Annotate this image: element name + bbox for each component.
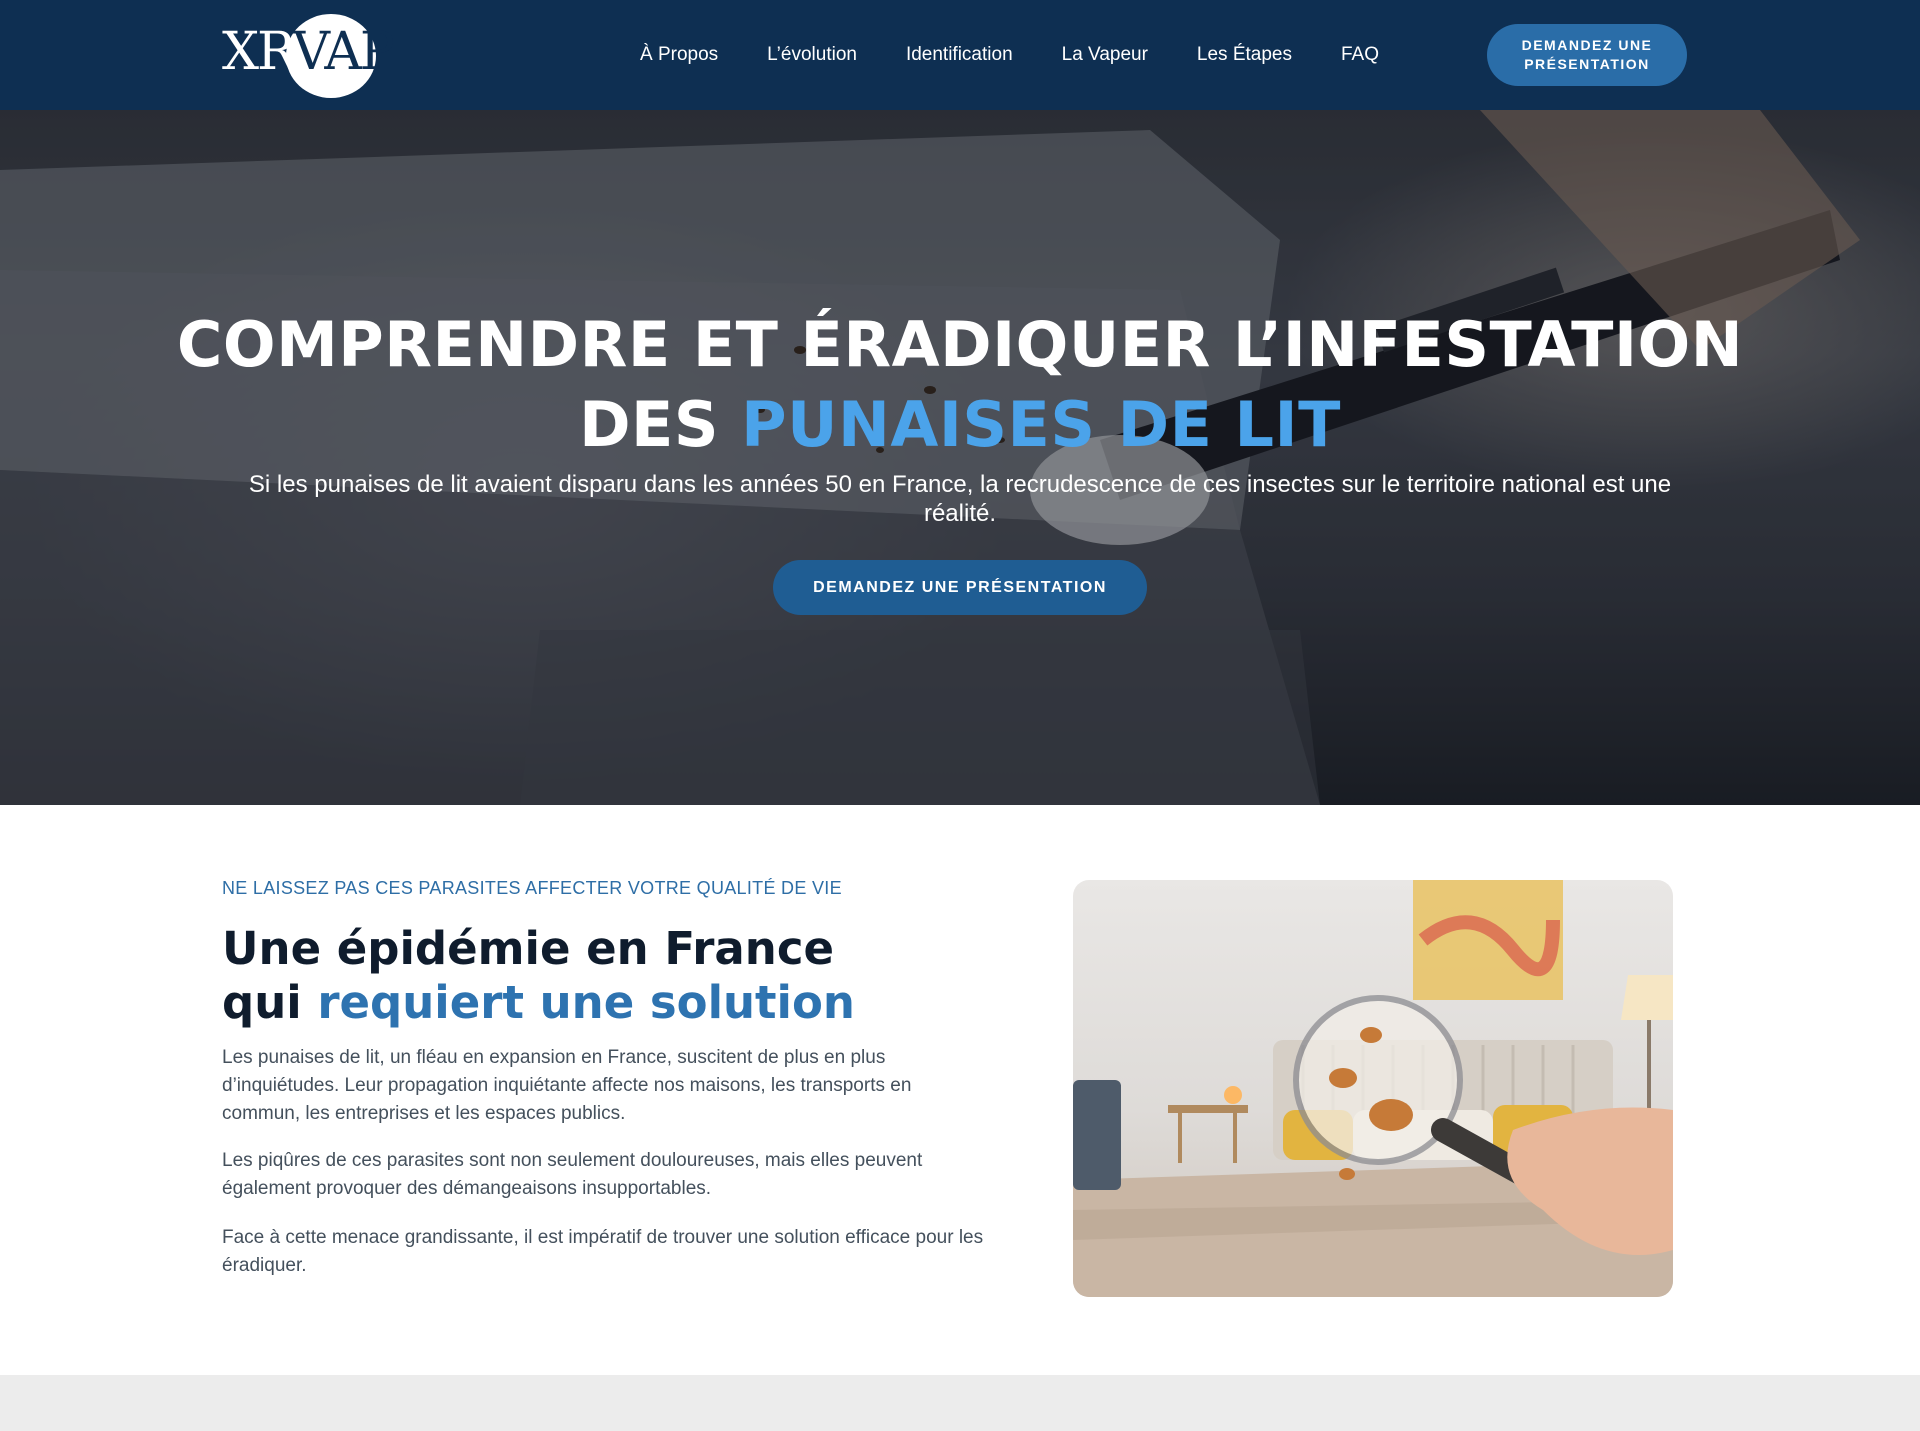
bedroom-illustration bbox=[1073, 880, 1673, 1297]
hero-section: COMPRENDRE ET ÉRADIQUER L’INFESTATION DE… bbox=[0, 110, 1920, 805]
hero-title: COMPRENDRE ET ÉRADIQUER L’INFESTATION DE… bbox=[0, 305, 1920, 465]
nav-item-les-etapes[interactable]: Les Étapes bbox=[1197, 44, 1292, 66]
nav-item-la-vapeur[interactable]: La Vapeur bbox=[1062, 44, 1148, 66]
xrvap-logo[interactable]: XRVAP bbox=[222, 14, 395, 98]
section-title-line2-prefix: qui bbox=[222, 976, 318, 1029]
logo-text-vap: VAP bbox=[292, 22, 395, 82]
nav-request-presentation-button[interactable]: DEMANDEZ UNE PRÉSENTATION bbox=[1487, 24, 1687, 86]
top-navbar: XRVAP À Propos L’évolution Identificatio… bbox=[0, 0, 1920, 110]
hero-title-line1: COMPRENDRE ET ÉRADIQUER L’INFESTATION bbox=[176, 308, 1744, 381]
section-paragraph-1: Les punaises de lit, un fléau en expansi… bbox=[222, 1047, 912, 1124]
next-section-band bbox=[0, 1375, 1920, 1431]
section-kicker: NE LAISSEZ PAS CES PARASITES AFFECTER VO… bbox=[222, 878, 842, 898]
nav-item-a-propos[interactable]: À Propos bbox=[640, 44, 718, 66]
section-paragraph-3: Face à cette menace grandissante, il est… bbox=[222, 1227, 984, 1276]
logo-text-xr: XR bbox=[222, 22, 294, 82]
nav-item-evolution[interactable]: L’évolution bbox=[767, 44, 857, 66]
section-title-line2-accent: requiert une solution bbox=[317, 976, 855, 1029]
hero-subtitle: Si les punaises de lit avaient disparu d… bbox=[248, 471, 1672, 527]
hero-title-line2-accent: PUNAISES DE LIT bbox=[741, 388, 1341, 461]
nav-item-identification[interactable]: Identification bbox=[906, 44, 1013, 66]
bedroom-magnifier-bedbugs-photo bbox=[1073, 880, 1673, 1297]
hero-title-line2-prefix: DES bbox=[579, 388, 742, 461]
hero-request-presentation-button[interactable]: DEMANDEZ UNE PRÉSENTATION bbox=[773, 560, 1147, 615]
nav-item-faq[interactable]: FAQ bbox=[1341, 44, 1379, 66]
main-menu: À Propos L’évolution Identification La V… bbox=[640, 0, 1428, 110]
logo-wordmark: XRVAP bbox=[222, 26, 395, 78]
section-title-line1: Une épidémie en France bbox=[222, 922, 835, 975]
section-paragraph-2: Les piqûres de ces parasites sont non se… bbox=[222, 1150, 923, 1199]
section-title: Une épidémie en France qui requiert une … bbox=[222, 922, 855, 1030]
